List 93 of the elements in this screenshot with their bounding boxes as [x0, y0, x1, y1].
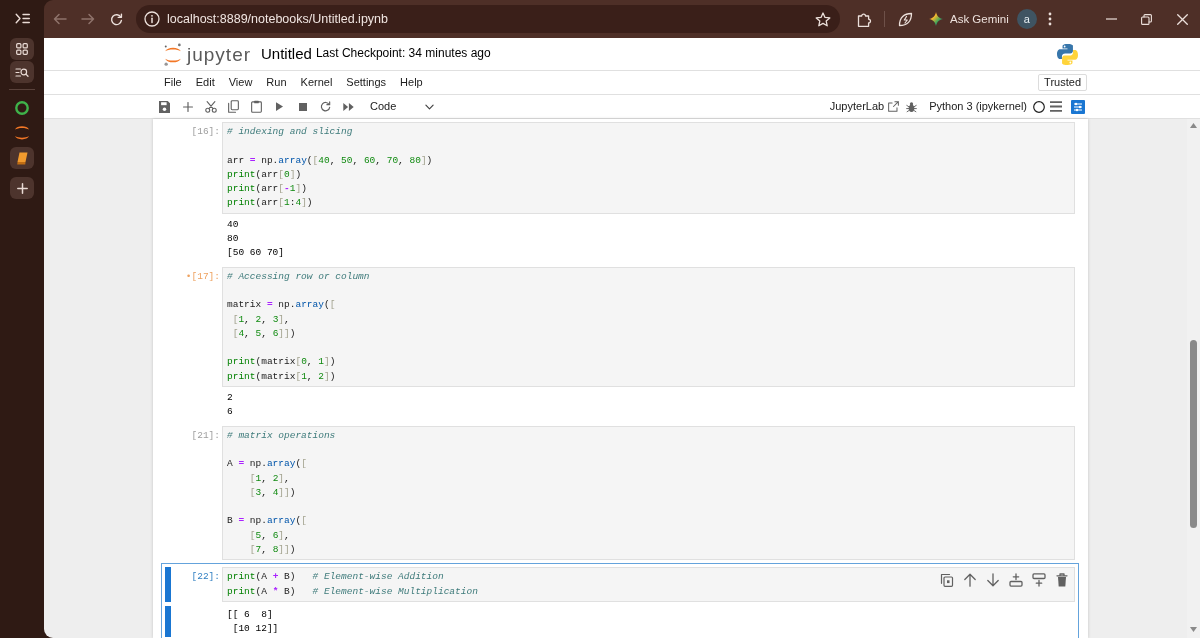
- insert-above-icon[interactable]: [1009, 573, 1023, 588]
- code-line: print(arr[-1]): [227, 182, 307, 197]
- profile-avatar[interactable]: a: [1016, 9, 1037, 29]
- jupyterlab-link[interactable]: JupyterLab: [829, 99, 900, 114]
- cell-type-dropdown[interactable]: Code: [361, 95, 437, 118]
- external-link-icon: [888, 101, 900, 112]
- scroll-up-icon[interactable]: [1190, 123, 1197, 128]
- execution-count: •[17]:: [184, 269, 221, 284]
- close-icon[interactable]: [1176, 13, 1188, 25]
- caret-icon: [425, 103, 434, 110]
- puzzle-icon[interactable]: [856, 11, 872, 27]
- output-line: 40: [227, 217, 239, 232]
- book-icon[interactable]: [10, 147, 34, 169]
- url-text: localhost:8889/notebooks/Untitled.ipynb: [167, 10, 388, 28]
- restart-icon[interactable]: [320, 101, 331, 112]
- collapser-bar[interactable]: [165, 605, 171, 637]
- assistant-button[interactable]: Ask Gemini: [929, 11, 1009, 27]
- code-line: B = np.array([: [227, 514, 307, 529]
- execution-count: [16]:: [190, 125, 221, 139]
- copy-icon[interactable]: [228, 100, 239, 113]
- code-line: # indexing and slicing: [227, 125, 353, 139]
- scrollbar-thumb[interactable]: [1190, 340, 1197, 528]
- arrow-down-icon[interactable]: [986, 573, 1000, 588]
- arrow-up-icon[interactable]: [963, 573, 977, 588]
- stop-icon[interactable]: [298, 102, 307, 111]
- search-list-icon[interactable]: [10, 61, 34, 83]
- code-line: print(A * B) # Element-wise Multiplication: [227, 584, 478, 599]
- code-editor[interactable]: # Accessing row or column matrix = np.array([ [1, 2, 3], [4, 5, 6]]) print(matrix[0, 1]) print(matrix[1, 2]): [222, 266, 1075, 388]
- jupyter-logo-icon[interactable]: [163, 42, 183, 66]
- code-line: [7, 8]]): [248, 543, 296, 557]
- restore-icon[interactable]: [1141, 13, 1152, 25]
- code-line: print(A + B) # Element-wise Addition: [227, 570, 444, 585]
- scissors-icon[interactable]: [204, 100, 217, 113]
- code-line: print(matrix[0, 1]): [227, 355, 336, 370]
- output-line: 2: [227, 391, 233, 406]
- output-line: 6: [227, 405, 233, 420]
- kernel-name[interactable]: Python 3 (ipykernel): [929, 99, 1027, 114]
- code-editor[interactable]: # indexing and slicing arr = np.array([40, 50, 60, 70, 80]) print(arr[0]) print(arr[-1]) print(arr[1:4]): [222, 122, 1075, 214]
- star-icon[interactable]: [815, 11, 831, 27]
- code-line: [1, 2],: [248, 471, 290, 486]
- plus-icon[interactable]: [10, 177, 34, 199]
- output-line: 80: [227, 232, 239, 247]
- trash-icon[interactable]: [1055, 573, 1069, 588]
- menu-icon[interactable]: [1050, 101, 1062, 112]
- menu-item[interactable]: Help: [393, 71, 430, 94]
- output-line: [10 12]]: [231, 622, 279, 637]
- checkpoint-text: Last Checkpoint: 34 minutes ago: [315, 46, 491, 62]
- code-line: print(arr[0]): [227, 167, 302, 182]
- fast-forward-icon[interactable]: [343, 102, 354, 111]
- menu-item[interactable]: Kernel: [293, 71, 340, 94]
- code-line: # Accessing row or column: [227, 269, 370, 284]
- duplicate-icon[interactable]: [940, 573, 954, 588]
- property-inspector-icon[interactable]: [1071, 99, 1085, 114]
- collapse-tabs-icon[interactable]: [14, 13, 30, 24]
- selected-cell-frame[interactable]: [22]: print(A + B) # Element-wise Addition print(A * B) # Element-wise Multiplication [[ 6 8] [10 12]]: [161, 563, 1079, 638]
- code-line: arr = np.array([40, 50, 60, 70, 80]): [227, 153, 433, 168]
- output-line: [[ 6 8]: [227, 607, 273, 622]
- code-editor[interactable]: # matrix operations A = np.array([ [1, 2], [3, 4]]) B = np.array([ [5, 6], [7, 8]]): [222, 425, 1075, 561]
- trusted-button[interactable]: Trusted: [1038, 74, 1087, 91]
- reload-icon[interactable]: [109, 12, 123, 26]
- execution-count: [22]:: [190, 570, 221, 585]
- code-line: [4, 5, 6]]): [231, 326, 296, 341]
- grid-icon[interactable]: [10, 38, 34, 60]
- save-icon[interactable]: [159, 100, 170, 113]
- insert-below-icon[interactable]: [1032, 573, 1046, 588]
- leaf-icon[interactable]: [897, 11, 913, 27]
- code-line: A = np.array([: [227, 457, 307, 472]
- menu-item[interactable]: View: [221, 71, 260, 94]
- code-line: # matrix operations: [227, 428, 336, 443]
- run-icon[interactable]: [276, 102, 283, 111]
- code-line: print(matrix[1, 2]): [227, 369, 336, 384]
- sparkle-icon: [929, 12, 943, 26]
- python-logo-icon: [1057, 43, 1078, 65]
- code-line: [5, 6],: [248, 528, 290, 543]
- code-line: print(arr[1:4]): [227, 196, 313, 211]
- info-icon[interactable]: [144, 11, 160, 27]
- address-bar[interactable]: localhost:8889/notebooks/Untitled.ipynb: [136, 5, 840, 33]
- code-line: [3, 4]]): [248, 485, 296, 500]
- notebook-title[interactable]: Untitled: [261, 44, 312, 64]
- scroll-down-icon[interactable]: [1190, 627, 1197, 632]
- code-editor[interactable]: print(A + B) # Element-wise Addition print(A * B) # Element-wise Multiplication: [222, 567, 1075, 602]
- menu-item[interactable]: Edit: [188, 71, 222, 94]
- more-icon[interactable]: [1047, 12, 1052, 26]
- clipboard-icon[interactable]: [251, 100, 262, 113]
- menu-item[interactable]: Run: [259, 71, 294, 94]
- menu-item[interactable]: Settings: [339, 71, 394, 94]
- code-line: [1, 2, 3],: [231, 312, 290, 327]
- menu-item[interactable]: File: [157, 71, 189, 94]
- code-line: matrix = np.array([: [227, 298, 336, 313]
- bug-icon[interactable]: [906, 100, 918, 113]
- logo-wordmark: jupyter: [187, 44, 252, 64]
- output-line: [50 60 70]: [227, 246, 284, 261]
- execution-count: [21]:: [190, 428, 221, 443]
